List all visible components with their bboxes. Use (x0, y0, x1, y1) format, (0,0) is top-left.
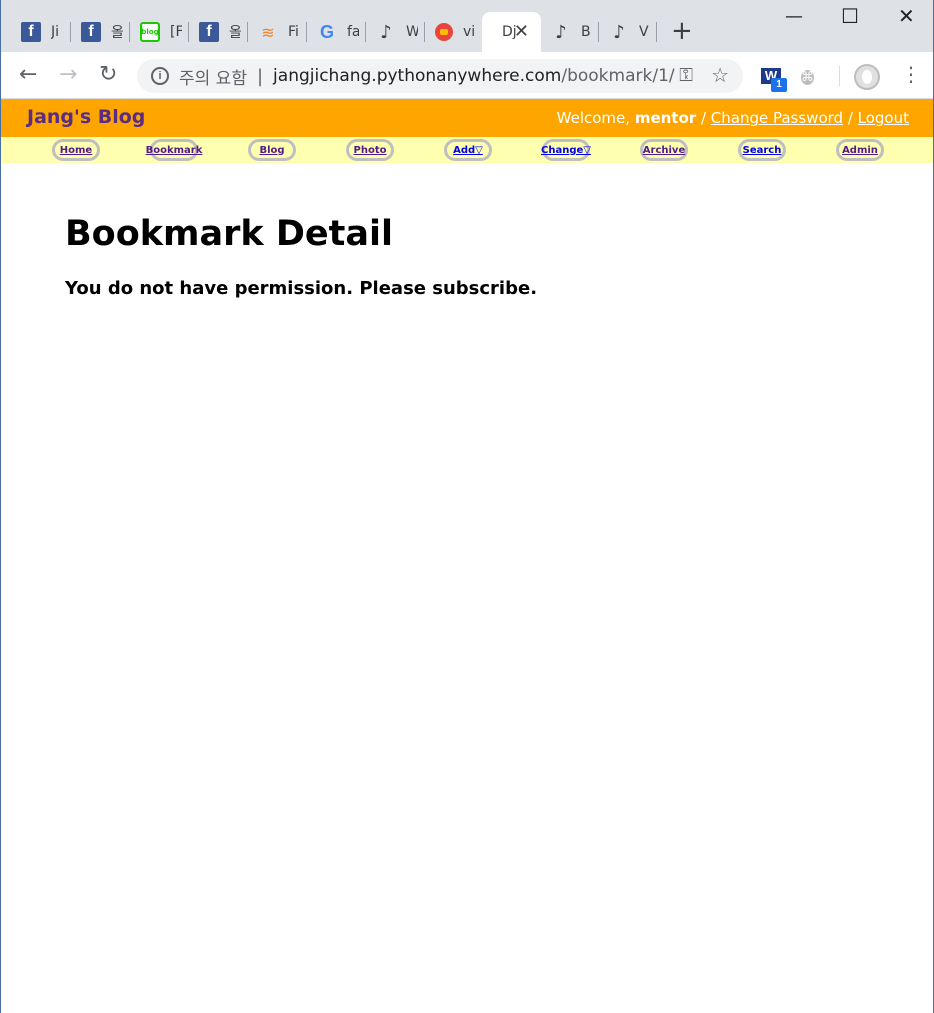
page-title: Bookmark Detail (65, 214, 393, 254)
browser-tab[interactable]: ♪ B (541, 12, 599, 52)
omnibox-divider: | (256, 65, 264, 87)
menu-bookmark[interactable]: Bookmark (146, 139, 202, 161)
browser-tab-active[interactable]: Dj ✕ (482, 12, 541, 52)
info-icon[interactable]: i (151, 67, 169, 85)
site-title[interactable]: Jang's Blog (27, 106, 145, 128)
browser-toolbar: ← → ↻ i 주의 요함 | jangjichang.pythonanywhe… (1, 52, 933, 99)
username: mentor (634, 109, 697, 127)
permission-message: You do not have permission. Please subsc… (65, 278, 538, 299)
url-path[interactable]: /bookmark/1/ (561, 66, 674, 86)
pythonanywhere-icon: ♪ (613, 21, 625, 43)
browser-tab[interactable]: ♪ W (366, 12, 425, 52)
toolbar-divider (839, 66, 840, 86)
pythonanywhere-icon: ♪ (380, 21, 392, 43)
menu-home[interactable]: Home (52, 139, 100, 161)
back-arrow-icon[interactable]: ← (19, 62, 37, 88)
tab-title: W (406, 24, 418, 40)
browser-tab[interactable]: f Ji (11, 12, 71, 52)
menu-blog[interactable]: Blog (248, 139, 296, 161)
tab-title: [F (170, 24, 182, 40)
menu-admin[interactable]: Admin (836, 139, 884, 161)
naver-blog-icon: blog (140, 22, 160, 42)
browser-tab[interactable]: ≋ Fi (248, 12, 307, 52)
facebook-icon: f (21, 22, 41, 42)
reload-icon[interactable]: ↻ (99, 62, 117, 88)
extension-w-icon[interactable]: W 1 (761, 68, 787, 92)
profile-avatar-icon[interactable] (854, 64, 880, 90)
browser-tab[interactable]: f 올 (71, 12, 130, 52)
url-host[interactable]: jangjichang.pythonanywhere.com (273, 66, 561, 86)
tab-title: B (581, 24, 591, 40)
browser-menu-icon[interactable]: ⋮ (901, 64, 921, 84)
stackoverflow-icon: ≋ (261, 22, 275, 42)
extension-badge: 1 (771, 78, 787, 92)
tab-separator (656, 22, 657, 42)
star-icon[interactable]: ☆ (711, 63, 729, 87)
pythonanywhere-icon: ♪ (555, 21, 567, 43)
facebook-icon: f (81, 22, 101, 42)
browser-tab[interactable]: vi (425, 12, 482, 52)
security-warning[interactable]: 주의 요함 (179, 64, 247, 89)
tab-title: Ji (51, 24, 60, 40)
forward-arrow-icon[interactable]: → (59, 62, 77, 88)
menu-search[interactable]: Search (738, 139, 786, 161)
extension-cmd-icon[interactable]: ⌘ (801, 66, 814, 88)
browser-tab[interactable]: f 올 (189, 12, 248, 52)
menu-add[interactable]: Add▽ (444, 139, 492, 161)
main-content: Bookmark Detail You do not have permissi… (65, 214, 537, 299)
minimize-icon[interactable]: — (785, 6, 803, 27)
welcome-text: Welcome, (556, 109, 631, 127)
key-icon[interactable]: ⚿ (679, 65, 693, 86)
tab-title: V (639, 24, 649, 40)
change-password-link[interactable]: Change Password (711, 109, 843, 127)
close-window-icon[interactable]: ✕ (898, 4, 915, 28)
site-menu: Home Bookmark Blog Photo Add▽ Change▽ Ar… (1, 137, 933, 163)
address-bar[interactable]: i 주의 요함 | jangjichang.pythonanywhere.com… (137, 59, 743, 93)
tab-title: 올 (229, 25, 241, 41)
browser-tab[interactable]: G fa (307, 12, 366, 52)
tab-title: vi (463, 24, 475, 40)
menu-archive[interactable]: Archive (640, 139, 688, 161)
tab-title: 올 (111, 25, 123, 41)
logout-link[interactable]: Logout (858, 109, 909, 127)
maximize-icon[interactable]: ☐ (841, 4, 859, 28)
menu-change[interactable]: Change▽ (541, 139, 591, 161)
browser-tab-strip: f Ji f 올 blog [F f 올 ≋ Fi G fa ♪ W vi Dj… (1, 0, 933, 52)
tab-title: fa (347, 24, 359, 40)
browser-tab[interactable]: blog [F (130, 12, 189, 52)
user-bar: Welcome, mentor / Change Password / Logo… (556, 109, 909, 127)
browser-tab[interactable]: ♪ V (599, 12, 657, 52)
site-header: Jang's Blog Welcome, mentor / Change Pas… (1, 99, 933, 137)
tab-title: Fi (288, 24, 299, 40)
close-tab-icon[interactable]: ✕ (514, 22, 529, 42)
menu-photo[interactable]: Photo (346, 139, 394, 161)
google-icon: G (319, 21, 334, 42)
new-tab-icon[interactable]: + (671, 18, 693, 44)
facebook-icon: f (199, 22, 219, 42)
red-circle-icon (435, 23, 453, 41)
